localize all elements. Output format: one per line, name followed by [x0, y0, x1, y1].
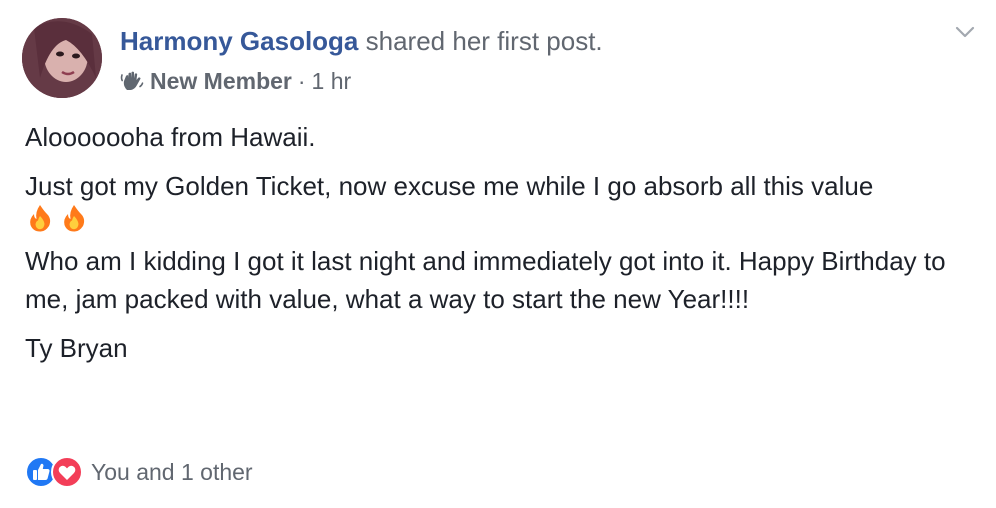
- emoji-row: [25, 203, 975, 233]
- reactions-summary[interactable]: You and 1 other: [25, 456, 253, 488]
- post-meta: New Member · 1 hr: [120, 66, 351, 96]
- reaction-icons: [25, 456, 83, 488]
- post-body: Alooooooha from Hawaii. Just got my Gold…: [25, 118, 975, 378]
- post-paragraph: Who am I kidding I got it last night and…: [25, 246, 946, 314]
- meta-separator: ·: [297, 68, 306, 94]
- post-header-line: Harmony Gasologa shared her first post.: [120, 26, 603, 56]
- feed-post: Harmony Gasologa shared her first post. …: [0, 0, 996, 508]
- waving-hand-icon: [120, 71, 144, 90]
- love-reaction-icon: [51, 456, 83, 488]
- new-member-badge[interactable]: New Member: [150, 66, 292, 96]
- post-timestamp[interactable]: 1 hr: [312, 66, 352, 96]
- post-paragraph: Alooooooha from Hawaii.: [25, 122, 316, 152]
- fire-emoji: [64, 205, 85, 232]
- reactions-count-text[interactable]: You and 1 other: [91, 459, 253, 486]
- post-paragraph: Ty Bryan: [25, 333, 128, 363]
- post-action-text: shared her first post.: [365, 26, 603, 56]
- fire-emoji: [30, 205, 51, 232]
- post-paragraph: Just got my Golden Ticket, now excuse me…: [25, 171, 874, 201]
- avatar[interactable]: [22, 18, 102, 98]
- chevron-down-icon[interactable]: [954, 24, 976, 40]
- avatar-photo: [22, 18, 102, 98]
- author-name-link[interactable]: Harmony Gasologa: [120, 26, 358, 56]
